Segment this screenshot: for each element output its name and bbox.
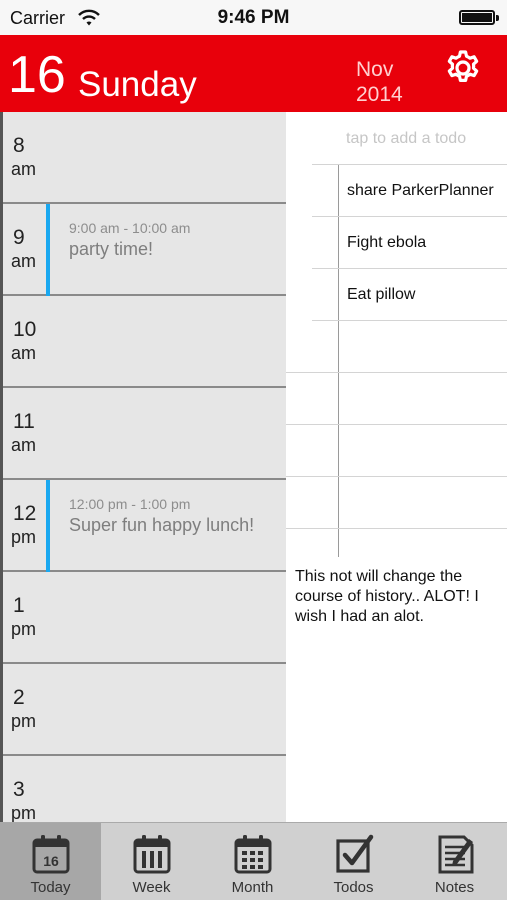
ampm-label: am bbox=[11, 159, 37, 179]
ampm-label: pm bbox=[11, 619, 37, 639]
calendar-week-icon bbox=[133, 835, 171, 874]
divider bbox=[312, 320, 507, 321]
event-time: 12:00 pm - 1:00 pm bbox=[69, 496, 191, 512]
status-time: 9:46 PM bbox=[217, 7, 290, 28]
event-indicator bbox=[46, 204, 50, 296]
day-schedule[interactable]: 8 am 9 am 9:00 am - 10:00 am party time!… bbox=[0, 112, 286, 822]
gear-icon[interactable] bbox=[444, 49, 482, 87]
divider bbox=[286, 372, 507, 373]
todo-item[interactable]: Fight ebola bbox=[347, 234, 426, 252]
hour-row-3pm[interactable]: 3 pm bbox=[3, 756, 286, 822]
tab-label: Today bbox=[30, 879, 71, 896]
todo-margin-line bbox=[338, 164, 339, 557]
hour-row-10am[interactable]: 10 am bbox=[3, 296, 286, 388]
hour-label: 3 bbox=[13, 778, 25, 801]
calendar-day-icon: 16 bbox=[32, 835, 70, 874]
divider bbox=[286, 424, 507, 425]
hour-row-1pm[interactable]: 1 pm bbox=[3, 572, 286, 664]
tab-today[interactable]: 16 Today bbox=[0, 823, 101, 900]
tab-label: Todos bbox=[333, 879, 374, 896]
hour-label: 10 bbox=[13, 318, 37, 341]
tab-label: Month bbox=[231, 879, 274, 896]
event-time: 9:00 am - 10:00 am bbox=[69, 220, 191, 236]
ampm-label: pm bbox=[11, 803, 37, 822]
divider bbox=[312, 216, 507, 217]
day-number: 16 bbox=[8, 46, 66, 104]
notes-icon bbox=[438, 835, 474, 874]
tab-week[interactable]: Week bbox=[101, 823, 202, 900]
hour-row-8am[interactable]: 8 am bbox=[3, 112, 286, 204]
event-title[interactable]: party time! bbox=[69, 238, 269, 260]
hour-label: 12 bbox=[13, 502, 37, 525]
battery-icon bbox=[459, 10, 499, 25]
divider bbox=[286, 528, 507, 529]
hour-label: 11 bbox=[13, 410, 35, 433]
status-bar: Carrier 9:46 PM bbox=[0, 0, 507, 35]
year-label: 2014 bbox=[356, 83, 403, 106]
tab-label: Week bbox=[132, 879, 171, 896]
date-header: 16 Sunday Nov 2014 bbox=[0, 35, 507, 112]
hour-label: 8 bbox=[13, 134, 25, 157]
todo-item[interactable]: Eat pillow bbox=[347, 286, 415, 304]
tab-notes[interactable]: Notes bbox=[404, 823, 505, 900]
add-todo-input[interactable]: tap to add a todo bbox=[346, 130, 466, 148]
hour-row-2pm[interactable]: 2 pm bbox=[3, 664, 286, 756]
hour-row-11am[interactable]: 11 am bbox=[3, 388, 286, 480]
notes-text[interactable]: This not will change the course of histo… bbox=[295, 567, 507, 627]
todo-list: tap to add a todo share ParkerPlanner Fi… bbox=[286, 112, 507, 557]
calendar-month-icon bbox=[234, 835, 272, 874]
tab-todos[interactable]: Todos bbox=[303, 823, 404, 900]
month-label: Nov bbox=[356, 58, 394, 81]
hour-label: 1 bbox=[13, 594, 25, 617]
hour-row-9am[interactable]: 9 am 9:00 am - 10:00 am party time! bbox=[3, 204, 286, 296]
svg-text:16: 16 bbox=[43, 853, 59, 869]
ampm-label: am bbox=[11, 343, 37, 363]
ampm-label: pm bbox=[11, 527, 37, 547]
tab-bar: 16 Today Week Month Todos Notes bbox=[0, 822, 507, 900]
divider bbox=[312, 164, 507, 165]
event-title[interactable]: Super fun happy lunch! bbox=[69, 514, 269, 536]
todo-item[interactable]: share ParkerPlanner bbox=[347, 182, 494, 200]
ampm-label: am bbox=[11, 435, 37, 455]
day-name: Sunday bbox=[78, 65, 197, 104]
tab-label: Notes bbox=[434, 879, 475, 896]
divider bbox=[286, 476, 507, 477]
hour-label: 9 bbox=[13, 226, 25, 249]
ampm-label: am bbox=[11, 251, 37, 271]
event-indicator bbox=[46, 480, 50, 572]
hour-row-12pm[interactable]: 12 pm 12:00 pm - 1:00 pm Super fun happy… bbox=[3, 480, 286, 572]
tab-month[interactable]: Month bbox=[202, 823, 303, 900]
divider bbox=[312, 268, 507, 269]
ampm-label: pm bbox=[11, 711, 37, 731]
hour-label: 2 bbox=[13, 686, 25, 709]
month-year[interactable]: Nov 2014 bbox=[356, 57, 403, 107]
checkbox-icon bbox=[336, 834, 374, 873]
